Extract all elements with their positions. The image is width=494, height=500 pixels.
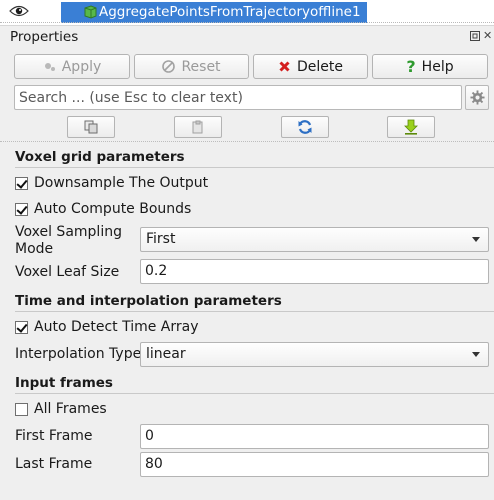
- all-frames-checkbox[interactable]: [15, 402, 28, 416]
- reload-icon: [298, 120, 312, 134]
- section-title-voxel: Voxel grid parameters: [15, 149, 185, 165]
- auto-bounds-label: Auto Compute Bounds: [34, 201, 192, 217]
- last-frame-label: Last Frame: [15, 456, 93, 472]
- eye-visibility-icon[interactable]: [9, 4, 29, 18]
- all-frames-row[interactable]: All Frames: [15, 401, 107, 417]
- copy-icon: [84, 120, 98, 134]
- leaf-size-value: 0.2: [145, 263, 168, 279]
- help-question-icon: ?: [406, 56, 416, 76]
- section-rule-frames: [15, 393, 494, 394]
- sampling-mode-label-line1: Voxel Sampling: [15, 224, 122, 240]
- chevron-down-icon: [472, 352, 480, 357]
- all-frames-label: All Frames: [34, 401, 107, 417]
- last-frame-value: 80: [145, 456, 163, 472]
- downsample-output-row[interactable]: Downsample The Output: [15, 175, 208, 191]
- apply-label: Apply: [61, 58, 102, 75]
- apply-gear-icon: [44, 63, 55, 71]
- filter-cube-icon: [84, 5, 97, 19]
- first-frame-value: 0: [145, 428, 154, 444]
- section-title-time: Time and interpolation parameters: [15, 293, 282, 309]
- save-defaults-button[interactable]: [387, 116, 435, 138]
- pipeline-item-label: AggregatePointsFromTrajectoryoffline1: [99, 4, 361, 20]
- search-input[interactable]: [14, 85, 462, 110]
- paste-icon: [192, 120, 203, 134]
- section-rule-voxel: [15, 167, 494, 168]
- interpolation-type-value: linear: [146, 346, 186, 362]
- help-label: Help: [421, 58, 454, 75]
- pipeline-divider: [0, 22, 494, 23]
- first-frame-label: First Frame: [15, 428, 93, 444]
- reset-icon: [162, 60, 176, 73]
- downsample-label: Downsample The Output: [34, 175, 209, 191]
- auto-detect-time-row[interactable]: Auto Detect Time Array: [15, 319, 199, 335]
- advanced-settings-button[interactable]: [465, 85, 489, 110]
- reset-button[interactable]: Reset: [134, 54, 249, 79]
- delete-label: Delete: [297, 58, 343, 75]
- restore-defaults-button[interactable]: [281, 116, 329, 138]
- interpolation-type-label: Interpolation Type: [15, 346, 142, 362]
- section-title-frames: Input frames: [15, 375, 113, 391]
- float-window-icon[interactable]: [470, 31, 480, 41]
- downsample-checkbox[interactable]: [15, 176, 28, 190]
- panel-title: Properties: [10, 29, 79, 45]
- interpolation-type-select[interactable]: linear: [140, 342, 489, 367]
- leaf-size-label: Voxel Leaf Size: [15, 264, 120, 280]
- sampling-mode-value: First: [146, 231, 176, 247]
- last-frame-input[interactable]: 80: [140, 452, 489, 477]
- leaf-size-input[interactable]: 0.2: [140, 259, 489, 284]
- close-icon[interactable]: ✕: [483, 30, 493, 42]
- copy-parameters-button[interactable]: [67, 116, 115, 138]
- auto-time-label: Auto Detect Time Array: [34, 319, 199, 335]
- sampling-mode-select[interactable]: First: [140, 227, 489, 252]
- section-rule-time: [15, 311, 494, 312]
- pipeline-browser-strip: AggregatePointsFromTrajectoryoffline1: [0, 0, 494, 26]
- delete-x-icon: [279, 61, 290, 72]
- paste-parameters-button[interactable]: [174, 116, 222, 138]
- download-arrow-icon: [404, 119, 418, 135]
- help-button[interactable]: ? Help: [372, 54, 488, 79]
- gear-icon: [470, 90, 485, 105]
- apply-button[interactable]: Apply: [14, 54, 130, 79]
- toolbar-separator: [0, 141, 494, 142]
- auto-bounds-checkbox[interactable]: [15, 202, 28, 216]
- sampling-mode-label-line2: Mode: [15, 241, 54, 257]
- delete-button[interactable]: Delete: [253, 54, 368, 79]
- chevron-down-icon: [472, 237, 480, 242]
- reset-label: Reset: [181, 58, 221, 75]
- auto-compute-bounds-row[interactable]: Auto Compute Bounds: [15, 201, 191, 217]
- first-frame-input[interactable]: 0: [140, 424, 489, 449]
- auto-time-checkbox[interactable]: [15, 320, 28, 334]
